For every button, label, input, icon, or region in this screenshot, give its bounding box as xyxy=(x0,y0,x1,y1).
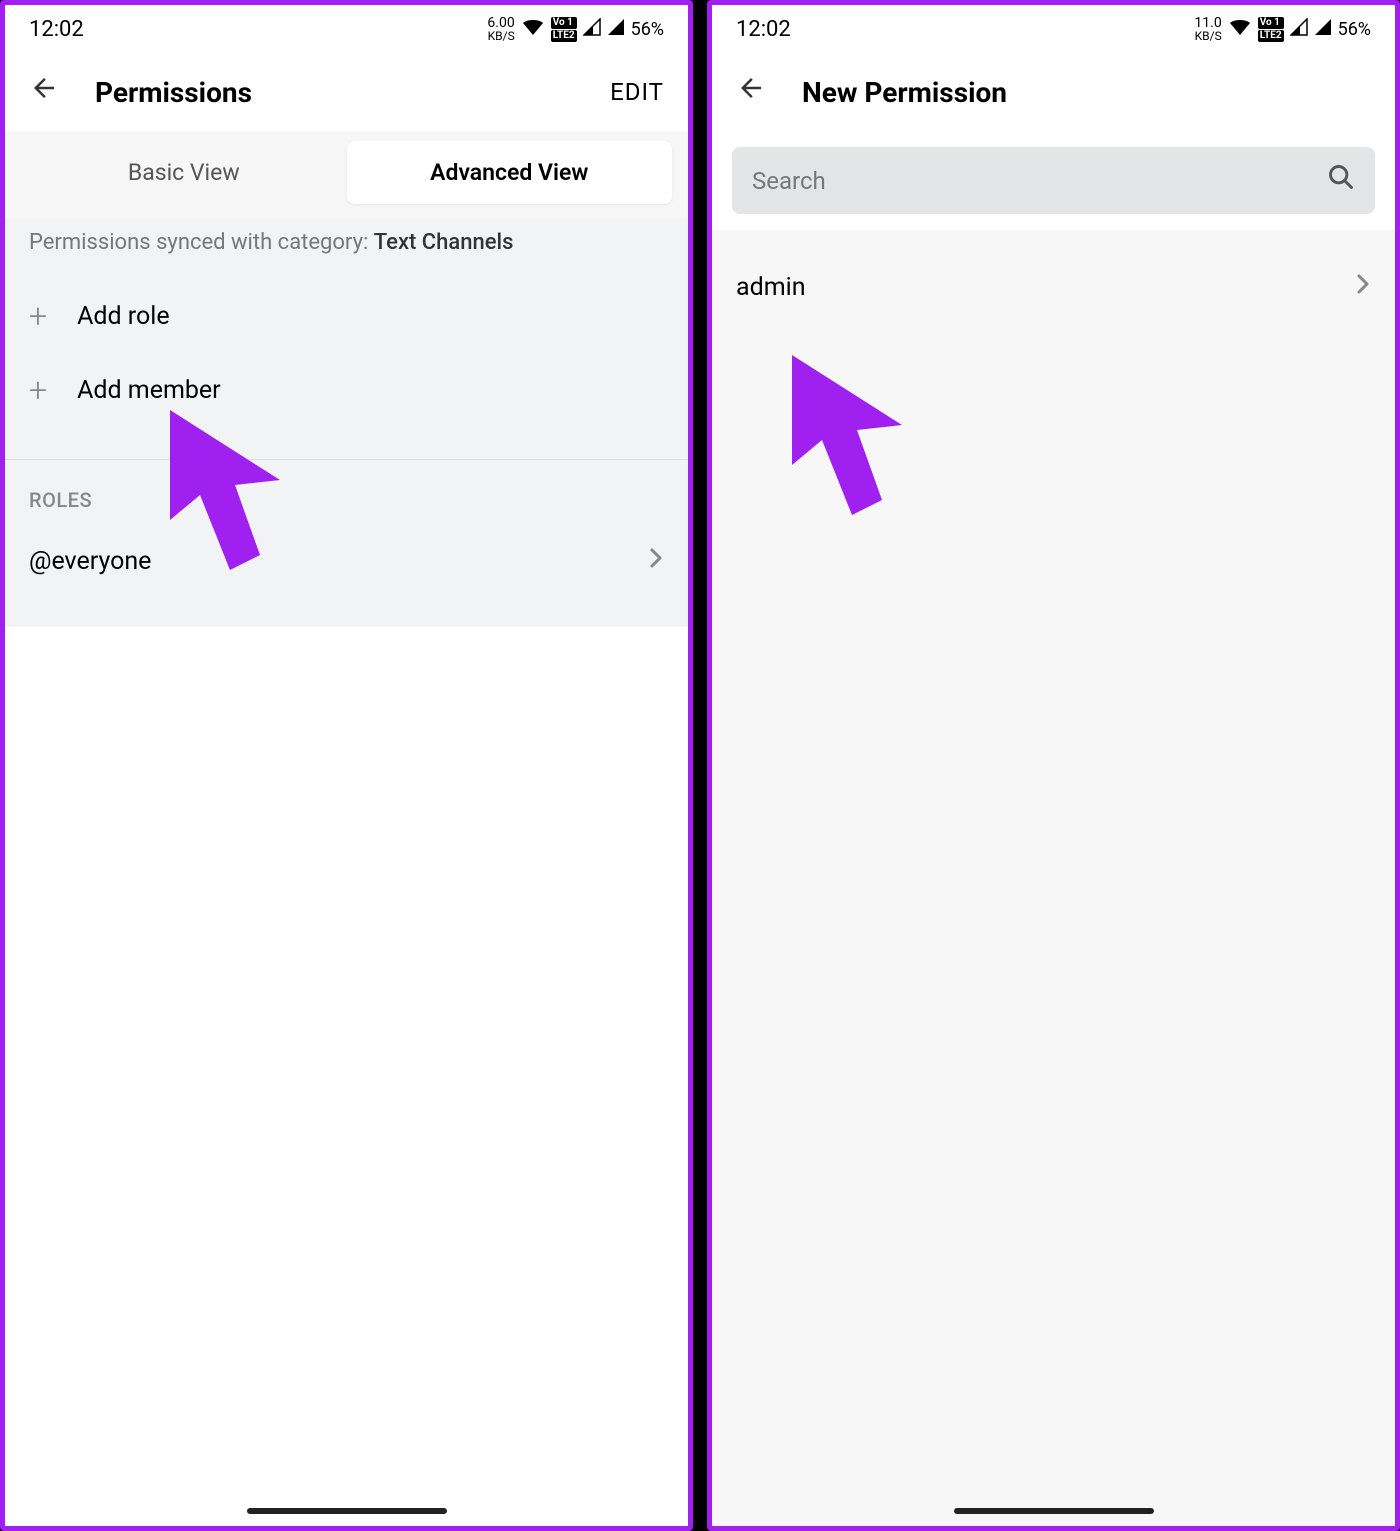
chevron-right-icon xyxy=(1355,272,1371,303)
edit-button[interactable]: EDIT xyxy=(610,78,664,106)
status-time: 12:02 xyxy=(29,17,84,42)
add-member-button[interactable]: + Add member xyxy=(5,353,688,439)
wifi-icon xyxy=(521,17,545,42)
search-placeholder: Search xyxy=(752,167,1315,195)
search-container: Search xyxy=(712,131,1395,230)
search-icon xyxy=(1327,163,1355,198)
lte-badge: Vo 1 LTE2 xyxy=(1258,17,1284,42)
network-speed: 11.0 KB/S xyxy=(1194,16,1221,42)
add-role-button[interactable]: + Add role xyxy=(5,279,688,353)
wifi-icon xyxy=(1228,17,1252,42)
nav-bar-indicator[interactable] xyxy=(954,1508,1154,1514)
sync-info: Permissions synced with category: Text C… xyxy=(5,218,688,279)
add-member-label: Add member xyxy=(77,376,221,405)
status-right: 11.0 KB/S Vo 1 LTE2 56% xyxy=(1194,16,1371,42)
page-header: Permissions EDIT xyxy=(5,53,688,131)
page-title: New Permission xyxy=(802,76,1371,109)
signal-icon-1 xyxy=(1290,18,1308,41)
status-right: 6.00 KB/S Vo 1 LTE2 56% xyxy=(487,16,664,42)
result-admin-row[interactable]: admin xyxy=(712,242,1395,333)
results-section: admin xyxy=(712,230,1395,1526)
back-arrow-icon[interactable] xyxy=(736,73,766,111)
empty-area xyxy=(5,627,688,1526)
status-time: 12:02 xyxy=(736,17,791,42)
page-title: Permissions xyxy=(95,76,610,109)
plus-icon: + xyxy=(29,297,47,335)
back-arrow-icon[interactable] xyxy=(29,73,59,111)
permissions-section: Permissions synced with category: Text C… xyxy=(5,218,688,627)
signal-icon-2 xyxy=(1314,18,1332,41)
nav-bar-indicator[interactable] xyxy=(247,1508,447,1514)
battery-text: 56% xyxy=(631,19,664,40)
status-bar: 12:02 11.0 KB/S Vo 1 LTE2 56% xyxy=(712,5,1395,53)
lte-badge: Vo 1 LTE2 xyxy=(551,17,577,42)
status-bar: 12:02 6.00 KB/S Vo 1 LTE2 56% xyxy=(5,5,688,53)
battery-text: 56% xyxy=(1338,19,1371,40)
search-input[interactable]: Search xyxy=(732,147,1375,214)
chevron-right-icon xyxy=(648,546,664,577)
phone-screen-new-permission: 12:02 11.0 KB/S Vo 1 LTE2 56% xyxy=(707,0,1400,1531)
plus-icon: + xyxy=(29,371,47,409)
phone-screen-permissions: 12:02 6.00 KB/S Vo 1 LTE2 56% xyxy=(0,0,693,1531)
page-header: New Permission xyxy=(712,53,1395,131)
signal-icon-1 xyxy=(583,18,601,41)
role-name: @everyone xyxy=(29,547,151,576)
role-everyone-row[interactable]: @everyone xyxy=(5,532,688,627)
network-speed: 6.00 KB/S xyxy=(487,16,514,42)
tab-advanced-view[interactable]: Advanced View xyxy=(347,141,673,204)
result-label: admin xyxy=(736,273,806,302)
roles-section-header: ROLES xyxy=(5,460,688,532)
view-tabs: Basic View Advanced View xyxy=(5,131,688,218)
signal-icon-2 xyxy=(607,18,625,41)
add-role-label: Add role xyxy=(77,302,170,331)
tab-basic-view[interactable]: Basic View xyxy=(21,141,347,204)
